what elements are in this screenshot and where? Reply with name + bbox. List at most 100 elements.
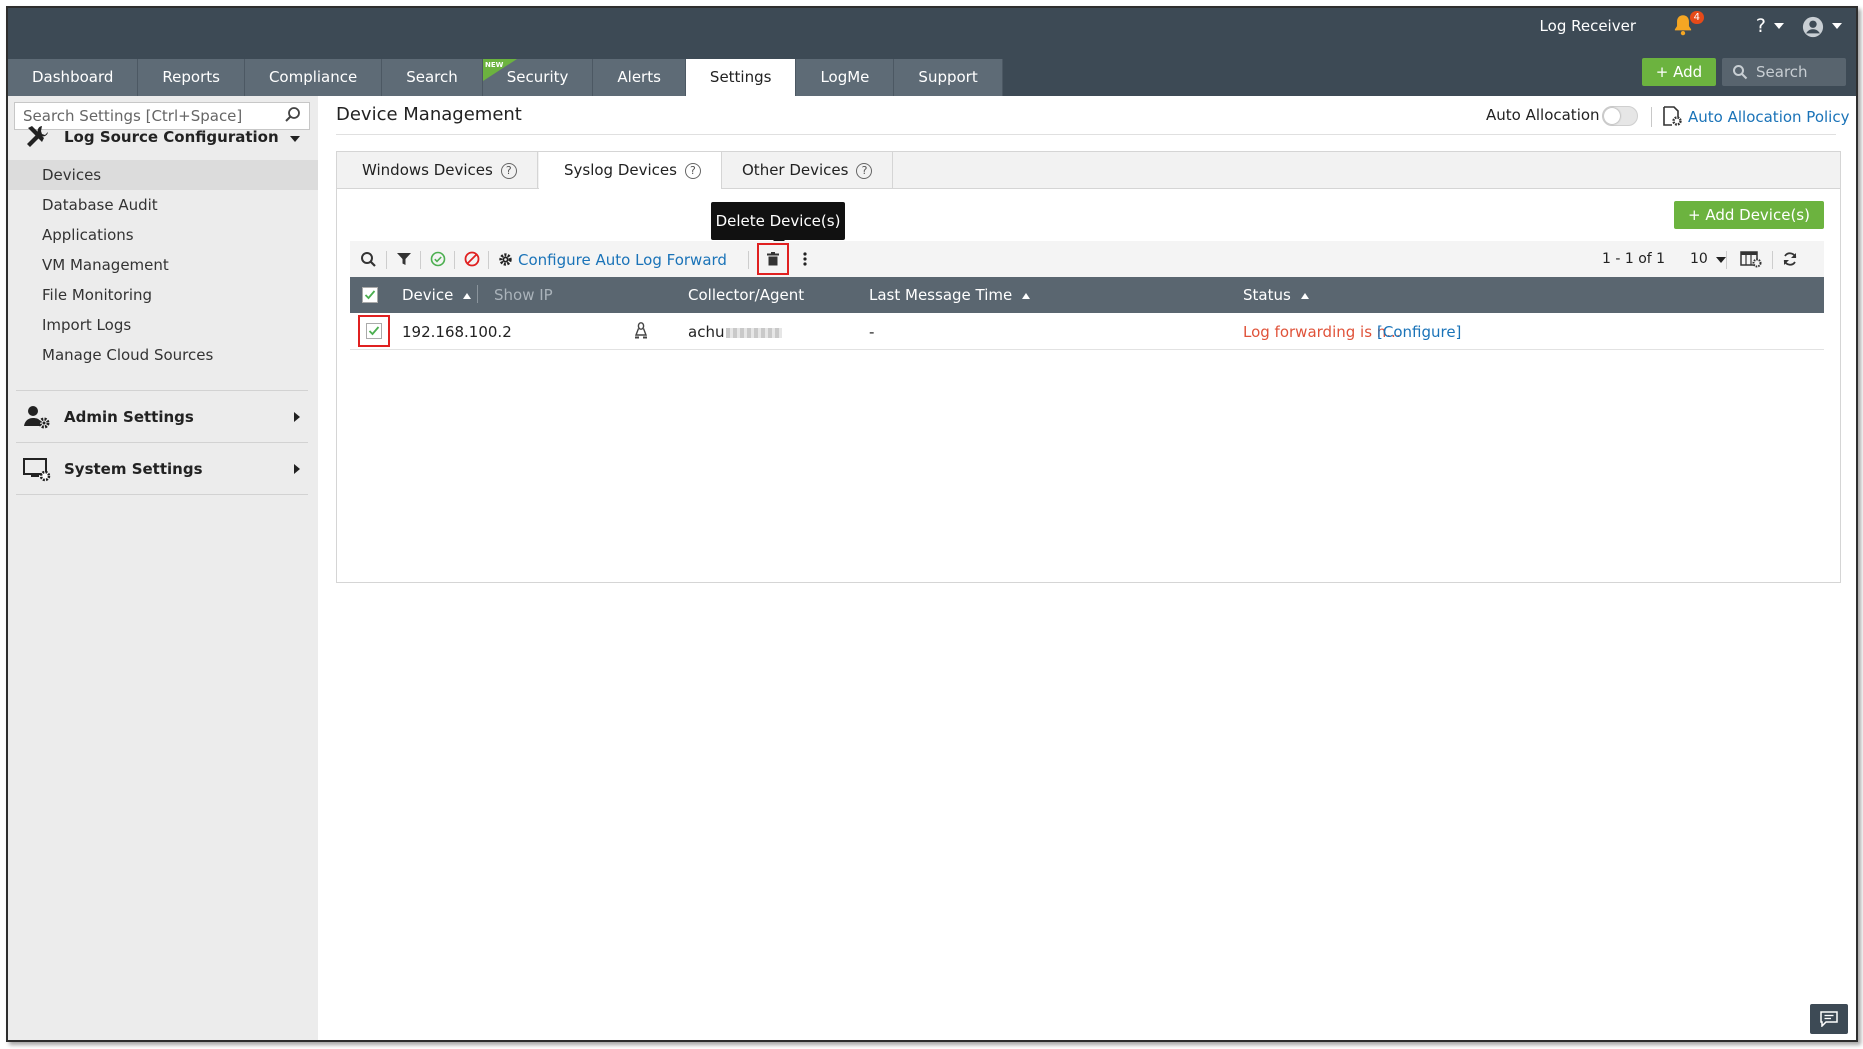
- sidebar-divider: [16, 494, 308, 495]
- search-filter-icon[interactable]: [360, 251, 378, 269]
- tab-dashboard[interactable]: Dashboard: [8, 59, 139, 96]
- help-icon[interactable]: ?: [500, 162, 517, 179]
- linux-icon: [634, 322, 648, 339]
- filter-icon[interactable]: [396, 251, 412, 267]
- configure-link[interactable]: [Configure]: [1377, 323, 1461, 341]
- add-devices-label: Add Device(s): [1705, 206, 1810, 224]
- policy-document-gear-icon: [1663, 106, 1682, 126]
- sidebar-item-devices[interactable]: Devices: [8, 160, 318, 190]
- tab-label: Search: [406, 68, 458, 86]
- user-avatar-icon[interactable]: [1802, 16, 1824, 38]
- auto-allocation-label: Auto Allocation: [1486, 106, 1600, 124]
- auto-allocation-policy-link[interactable]: Auto Allocation Policy: [1688, 108, 1849, 126]
- row-checkbox[interactable]: [366, 323, 382, 339]
- column-label: Device: [402, 286, 454, 304]
- sidebar-group-system-settings[interactable]: System Settings: [8, 444, 308, 494]
- sidebar-group-log-source-configuration[interactable]: Log Source Configuration: [8, 112, 308, 162]
- help-icon[interactable]: ?: [1756, 8, 1766, 44]
- tab-support[interactable]: Support: [894, 59, 1003, 96]
- column-last-message-time[interactable]: Last Message Time: [869, 286, 1031, 304]
- monitor-gear-icon: [23, 458, 51, 482]
- tab-alerts[interactable]: Alerts: [593, 59, 686, 96]
- more-vertical-icon[interactable]: [802, 251, 808, 267]
- last-message-time-cell: -: [869, 323, 875, 341]
- column-status[interactable]: Status: [1243, 286, 1309, 304]
- tab-label: Reports: [162, 68, 220, 86]
- sidebar-item-vm-management[interactable]: VM Management: [8, 250, 318, 280]
- tab-settings[interactable]: Settings: [685, 59, 797, 96]
- add-button-label: Add: [1673, 63, 1703, 81]
- delete-devices-button[interactable]: [757, 243, 789, 275]
- column-collector-agent[interactable]: Collector/Agent: [688, 286, 804, 304]
- add-button[interactable]: + Add: [1642, 58, 1716, 86]
- enable-check-icon[interactable]: [430, 251, 446, 267]
- new-badge-icon: NEW: [482, 59, 517, 81]
- main-tabs: Dashboard Reports Compliance Search NEW …: [8, 59, 1003, 96]
- tab-compliance[interactable]: Compliance: [244, 59, 383, 96]
- sidebar-divider: [16, 442, 308, 443]
- tab-windows-devices[interactable]: Windows Devices?: [337, 152, 538, 188]
- tab-other-devices[interactable]: Other Devices?: [717, 152, 894, 188]
- tab-search[interactable]: Search: [382, 59, 483, 96]
- redacted-text: [726, 327, 783, 338]
- column-device[interactable]: Device: [402, 286, 472, 304]
- table-toolbar: Configure Auto Log Forward 1 - 1 of 1 10: [350, 241, 1824, 277]
- toggle-knob: [1604, 108, 1620, 124]
- gear-icon: [499, 253, 512, 266]
- tab-logme[interactable]: LogMe: [796, 59, 895, 96]
- help-icon[interactable]: ?: [684, 162, 701, 179]
- device-name-cell[interactable]: 192.168.100.2: [402, 323, 512, 341]
- search-placeholder: Search: [1756, 63, 1808, 81]
- sidebar-group-label: System Settings: [64, 460, 203, 478]
- chat-button[interactable]: [1810, 1004, 1848, 1034]
- tab-label: Support: [918, 68, 978, 86]
- app-window: Log Receiver 4 ? Dashboard Reports Compl…: [6, 6, 1858, 1042]
- configure-auto-log-forward-link[interactable]: Configure Auto Log Forward: [518, 251, 727, 269]
- title-divider: [336, 134, 1836, 135]
- global-search-input[interactable]: Search: [1722, 58, 1846, 86]
- tab-reports[interactable]: Reports: [138, 59, 245, 96]
- toolbar-divider: [488, 251, 489, 269]
- page-size-value: 10: [1690, 251, 1708, 267]
- show-ip-toggle[interactable]: Show IP: [494, 286, 553, 304]
- sidebar-item-applications[interactable]: Applications: [8, 220, 318, 250]
- column-label: Last Message Time: [869, 286, 1013, 304]
- sidebar-divider: [16, 390, 308, 391]
- chat-icon: [1820, 1011, 1838, 1027]
- sidebar-item-manage-cloud-sources[interactable]: Manage Cloud Sources: [8, 340, 318, 370]
- row-checkbox-highlight[interactable]: [358, 315, 390, 347]
- tab-label: Other Devices: [742, 161, 849, 179]
- tab-security[interactable]: NEW Security: [482, 59, 594, 96]
- sidebar-item-file-monitoring[interactable]: File Monitoring: [8, 280, 318, 310]
- select-all-checkbox[interactable]: [362, 287, 378, 303]
- admin-user-gear-icon: [24, 406, 50, 429]
- sidebar-item-database-audit[interactable]: Database Audit: [8, 190, 318, 220]
- tab-label: Syslog Devices: [564, 161, 677, 179]
- tab-syslog-devices[interactable]: Syslog Devices?: [539, 152, 722, 189]
- tab-label: LogMe: [820, 68, 870, 86]
- table-row[interactable]: 192.168.100.2 achu - Log forwarding is n…: [350, 313, 1824, 350]
- chevron-down-icon[interactable]: [1774, 8, 1784, 44]
- plus-icon: +: [1655, 63, 1674, 81]
- trash-icon: [767, 252, 779, 266]
- auto-allocation-toggle[interactable]: [1602, 106, 1638, 126]
- plus-icon: +: [1688, 206, 1706, 224]
- top-header: Log Receiver 4 ? Dashboard Reports Compl…: [8, 8, 1856, 96]
- device-type-tabs: Windows Devices? Syslog Devices? Other D…: [337, 152, 1840, 189]
- column-settings-icon[interactable]: [1740, 251, 1762, 268]
- refresh-icon[interactable]: [1782, 251, 1798, 267]
- chevron-down-icon[interactable]: [1832, 8, 1842, 44]
- sidebar-group-admin-settings[interactable]: Admin Settings: [8, 392, 308, 442]
- log-receiver-label[interactable]: Log Receiver: [1540, 8, 1636, 44]
- search-icon: [1733, 65, 1748, 80]
- tab-label: Settings: [709, 68, 772, 86]
- toolbar-divider: [1772, 251, 1773, 269]
- page-size-select[interactable]: 10: [1690, 251, 1727, 267]
- pagination-info: 1 - 1 of 1: [1602, 251, 1666, 267]
- devices-panel: Windows Devices? Syslog Devices? Other D…: [336, 151, 1841, 583]
- add-devices-button[interactable]: + Add Device(s): [1674, 201, 1824, 229]
- sidebar-item-import-logs[interactable]: Import Logs: [8, 310, 318, 340]
- disable-icon[interactable]: [464, 251, 480, 267]
- help-icon[interactable]: ?: [856, 162, 873, 179]
- toolbar-divider: [386, 251, 387, 269]
